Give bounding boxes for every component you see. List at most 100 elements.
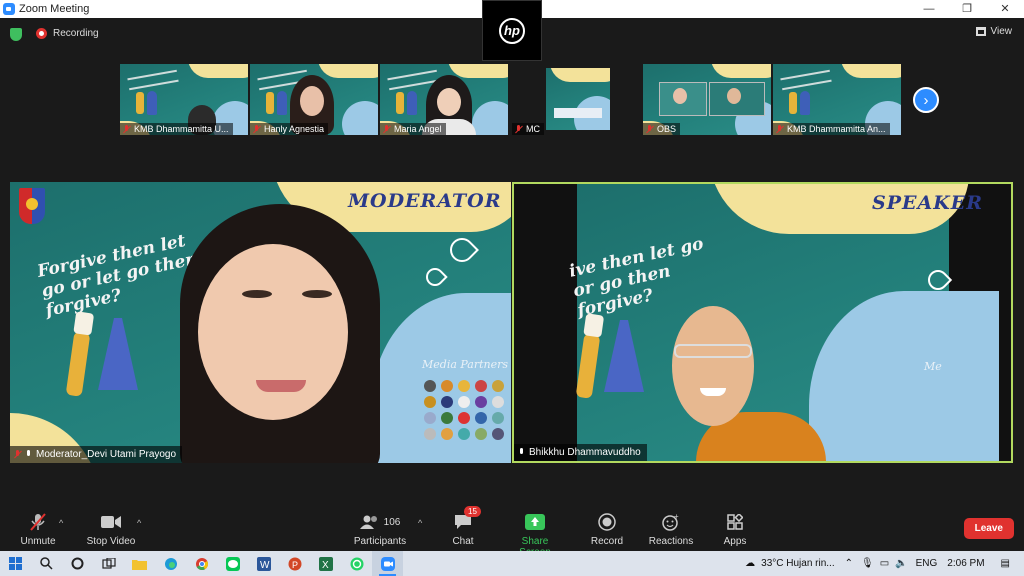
battery-icon[interactable]: ▭ xyxy=(880,558,889,569)
video-options-caret[interactable]: ^ xyxy=(137,518,141,528)
speaker-video-tile[interactable]: SPEAKER ive then let go or go then forgi… xyxy=(512,182,1013,463)
partner-logos xyxy=(424,380,505,440)
mic-muted-icon xyxy=(383,124,390,134)
mic-muted-icon xyxy=(14,450,21,459)
svg-text:W: W xyxy=(260,560,270,571)
participant-thumbnail[interactable]: KMB Dhammamitta An... xyxy=(773,64,901,135)
svg-text:+: + xyxy=(674,513,679,521)
mic-muted-icon xyxy=(776,124,783,134)
participant-thumbnail[interactable]: OBS xyxy=(643,64,771,135)
powerpoint-icon[interactable]: P xyxy=(279,551,310,576)
chrome-icon[interactable] xyxy=(186,551,217,576)
clock[interactable]: 2:06 PM xyxy=(947,558,984,569)
chat-label: Chat xyxy=(452,536,474,547)
participants-button[interactable]: 106 Participants xyxy=(352,512,408,547)
unmute-label: Unmute xyxy=(20,536,56,547)
whatsapp-icon[interactable] xyxy=(341,551,372,576)
leave-button[interactable]: Leave xyxy=(963,518,1014,539)
organization-logo xyxy=(19,188,45,224)
record-button[interactable]: Record xyxy=(590,512,624,547)
system-tray: ☁ 33°C Hujan rin... ⌃ 🎙 ▭ 🔈 ENG 2:06 PM … xyxy=(745,551,1024,576)
notification-icon[interactable]: ▤ xyxy=(1001,558,1010,569)
hp-logo: hp xyxy=(499,17,525,44)
show-hidden-icons[interactable]: ⌃ xyxy=(845,558,853,569)
grid-view-icon xyxy=(975,27,986,36)
recording-label: Recording xyxy=(53,28,99,39)
security-shield-icon[interactable] xyxy=(10,28,22,41)
stop-video-label: Stop Video xyxy=(86,536,136,547)
meeting-area: hp Recording View KMB Dhammamitta U... H… xyxy=(0,0,1024,551)
stop-video-button[interactable]: Stop Video xyxy=(86,512,136,547)
reactions-button[interactable]: + Reactions xyxy=(648,512,694,547)
participant-thumbnail[interactable]: MC xyxy=(512,64,640,135)
participant-thumbnail[interactable]: Maria Angel xyxy=(380,64,508,135)
search-icon[interactable] xyxy=(31,551,62,576)
file-explorer-icon[interactable] xyxy=(124,551,155,576)
moderator-video-tile[interactable]: MODERATOR Forgive then let go or let go … xyxy=(10,182,511,463)
smiley-icon: + xyxy=(662,513,679,531)
participant-name-label: OBS xyxy=(643,123,681,135)
word-icon[interactable]: W xyxy=(248,551,279,576)
unmute-button[interactable]: Unmute xyxy=(18,512,58,547)
participants-options-caret[interactable]: ^ xyxy=(418,518,422,528)
pin-icon xyxy=(25,450,32,459)
participants-icon xyxy=(359,515,377,529)
meeting-toolbar: Unmute ^ Stop Video ^ 106 Participants ^… xyxy=(0,502,1024,558)
volume-icon[interactable]: 🔈 xyxy=(895,558,907,569)
media-partners-label: Media Partners xyxy=(422,358,509,371)
task-view-icon[interactable] xyxy=(93,551,124,576)
language-indicator[interactable]: ENG xyxy=(916,558,938,569)
participant-name-label: Moderator_Devi Utami Prayogo xyxy=(10,446,183,463)
weather-text[interactable]: 33°C Hujan rin... xyxy=(761,558,834,569)
mic-muted-icon xyxy=(253,124,260,134)
participant-name-label: MC xyxy=(512,123,544,135)
view-button[interactable]: View xyxy=(975,26,1013,37)
media-partners-label: Me xyxy=(924,360,942,373)
chat-button[interactable]: 15 Chat xyxy=(448,506,481,547)
record-label: Record xyxy=(590,536,624,547)
slide-role-title: SPEAKER xyxy=(872,192,984,214)
apps-button[interactable]: Apps xyxy=(720,512,750,547)
recording-icon xyxy=(36,28,47,39)
mic-muted-icon xyxy=(30,513,46,531)
participant-thumbnail[interactable]: KMB Dhammamitta U... xyxy=(120,64,248,135)
svg-text:X: X xyxy=(322,560,329,571)
participant-name-label: Bhikkhu Dhammavuddho xyxy=(514,444,647,461)
participant-name-label: KMB Dhammamitta An... xyxy=(773,123,890,135)
recording-indicator[interactable]: Recording xyxy=(36,28,99,39)
chat-badge: 15 xyxy=(464,506,481,517)
restore-button[interactable]: ❐ xyxy=(948,0,986,18)
view-label: View xyxy=(990,26,1013,37)
participant-thumbnail[interactable]: Hanly Agnestia xyxy=(250,64,378,135)
svg-text:P: P xyxy=(292,560,298,570)
windows-taskbar: W P X ☁ 33°C Hujan rin... ⌃ 🎙 ▭ 🔈 ENG 2:… xyxy=(0,551,1024,576)
audio-options-caret[interactable]: ^ xyxy=(59,518,63,528)
mic-muted-icon xyxy=(515,124,522,134)
edge-icon[interactable] xyxy=(155,551,186,576)
apps-label: Apps xyxy=(723,536,747,547)
excel-icon[interactable]: X xyxy=(310,551,341,576)
zoom-taskbar-icon[interactable] xyxy=(372,551,403,576)
next-page-button[interactable]: › xyxy=(913,87,939,113)
moderator-face xyxy=(198,244,348,420)
mic-muted-icon xyxy=(646,124,653,134)
microphone-icon[interactable]: 🎙 xyxy=(861,558,874,569)
apps-icon xyxy=(727,514,743,530)
window-controls: — ❐ ✕ xyxy=(910,0,1024,18)
participants-label: Participants xyxy=(353,536,407,547)
minimize-button[interactable]: — xyxy=(910,0,948,18)
weather-icon: ☁ xyxy=(745,558,756,569)
close-button[interactable]: ✕ xyxy=(986,0,1024,18)
line-icon[interactable] xyxy=(217,551,248,576)
share-screen-icon xyxy=(525,514,545,530)
speaker-face xyxy=(672,306,754,426)
window-title: Zoom Meeting xyxy=(19,3,90,15)
windows-start-icon[interactable] xyxy=(0,551,31,576)
pin-icon xyxy=(518,448,525,457)
slide-role-title: MODERATOR xyxy=(348,190,502,212)
participant-name-label: KMB Dhammamitta U... xyxy=(120,123,233,135)
participants-count: 106 xyxy=(383,516,401,528)
video-camera-icon xyxy=(101,516,121,528)
cortana-icon[interactable] xyxy=(62,551,93,576)
zoom-app-icon xyxy=(3,3,15,15)
